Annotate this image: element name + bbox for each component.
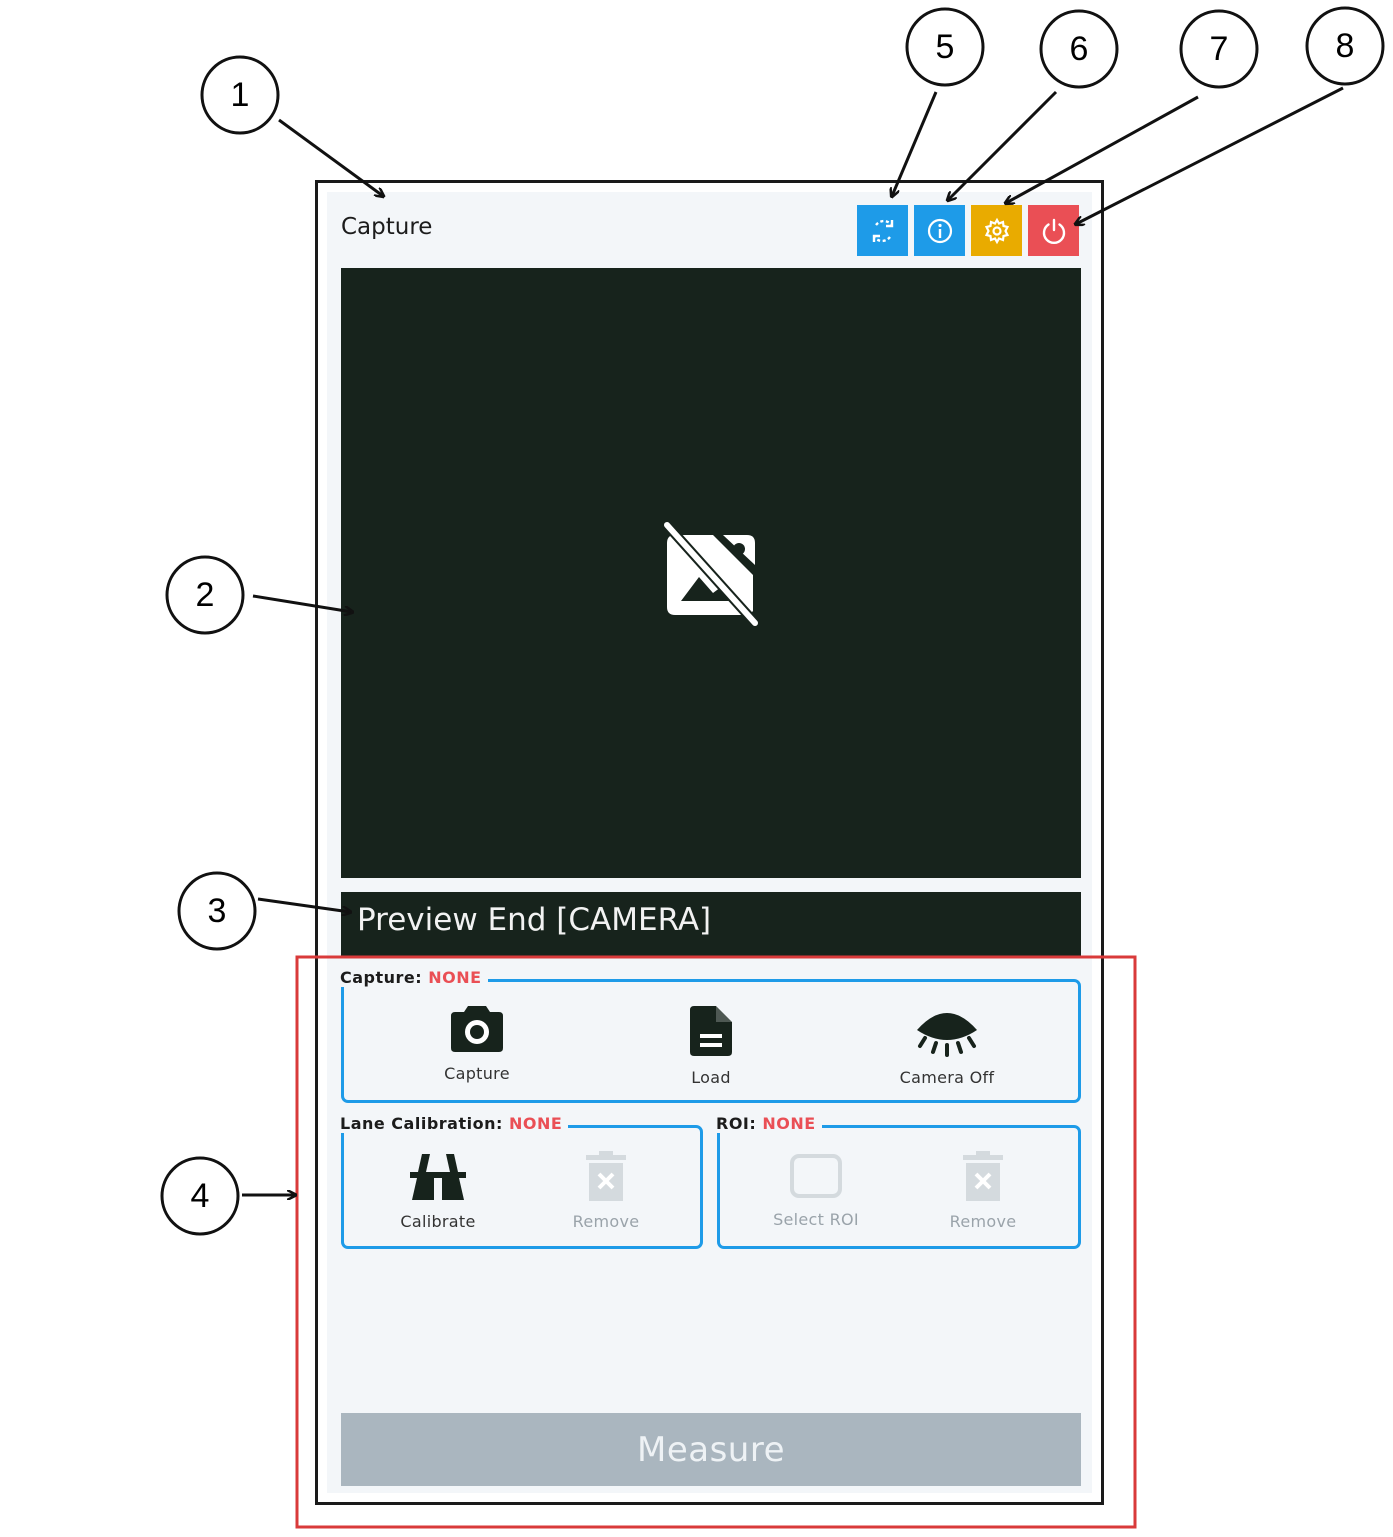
power-button[interactable] (1028, 205, 1079, 256)
remove-lane-button[interactable]: Remove (556, 1150, 656, 1231)
rectangle-icon (790, 1154, 842, 1198)
callout-6-circle (1039, 9, 1119, 89)
info-icon (927, 218, 952, 243)
roi-label: ROI: (716, 1114, 757, 1133)
lane-calibration-label: Lane Calibration: (340, 1114, 503, 1133)
preview-status-text: Preview End [CAMERA] (357, 902, 712, 938)
capture-group-legend: Capture: NONE (340, 968, 488, 987)
road-icon (410, 1154, 466, 1200)
lane-calibration-legend: Lane Calibration: NONE (340, 1114, 569, 1133)
camera-preview[interactable] (341, 268, 1081, 878)
load-button[interactable]: Load (661, 1004, 761, 1087)
camera-icon (451, 1006, 503, 1052)
roi-group: ROI: NONE Select ROI Remove (716, 1114, 1081, 1249)
remove-roi-button-label: Remove (949, 1212, 1017, 1231)
callout-3-circle (177, 871, 257, 951)
power-icon (1042, 218, 1065, 244)
eye-closed-icon (917, 1013, 977, 1057)
no-image-icon (663, 521, 759, 627)
measure-button[interactable]: Measure (341, 1413, 1081, 1486)
callout-5-circle (905, 7, 985, 87)
camera-off-button[interactable]: Camera Off (892, 1004, 1002, 1087)
app-window: Capture Preview End [CAMERA] Capture: NO… (315, 180, 1104, 1505)
callout-4-number: 4 (191, 1177, 210, 1215)
info-button[interactable] (914, 205, 965, 256)
camera-off-button-label: Camera Off (899, 1068, 995, 1087)
trash-icon (963, 1151, 1003, 1201)
remove-roi-button[interactable]: Remove (933, 1150, 1033, 1231)
capture-button-label: Capture (444, 1064, 510, 1083)
callout-4-circle (160, 1156, 240, 1236)
callout-2-number: 2 (196, 576, 215, 614)
refresh-icon (872, 219, 893, 242)
roi-state: NONE (762, 1114, 816, 1133)
settings-button[interactable] (971, 205, 1022, 256)
capture-group-label: Capture: (340, 968, 423, 987)
lane-calibration-state: NONE (508, 1114, 563, 1133)
calibrate-button[interactable]: Calibrate (388, 1152, 488, 1231)
load-button-label: Load (691, 1068, 731, 1087)
preview-status-bar: Preview End [CAMERA] (341, 892, 1081, 956)
select-roi-button[interactable]: Select ROI (766, 1152, 866, 1229)
callout-1-number: 1 (231, 76, 250, 114)
trash-icon (586, 1151, 626, 1201)
callout-7-number: 7 (1210, 30, 1229, 68)
window-title: Capture (341, 214, 433, 240)
callout-2-circle (165, 555, 245, 635)
roi-legend: ROI: NONE (716, 1114, 822, 1133)
refresh-button[interactable] (857, 205, 908, 256)
capture-button[interactable]: Capture (424, 1004, 530, 1083)
callout-6-number: 6 (1070, 30, 1089, 68)
callout-3-number: 3 (208, 892, 227, 930)
annotated-screenshot: Capture Preview End [CAMERA] Capture: NO… (0, 0, 1393, 1537)
lane-calibration-group: Lane Calibration: NONE Calibrate Remove (340, 1114, 703, 1249)
capture-group-state: NONE (428, 968, 482, 987)
callout-8-circle (1305, 6, 1385, 86)
calibrate-button-label: Calibrate (400, 1212, 476, 1231)
select-roi-button-label: Select ROI (773, 1210, 859, 1229)
remove-lane-button-label: Remove (572, 1212, 640, 1231)
file-icon (690, 1006, 732, 1056)
callout-1-circle (200, 55, 280, 135)
callout-5-number: 5 (936, 28, 955, 66)
callout-7-circle (1179, 9, 1259, 89)
app-window-body: Capture Preview End [CAMERA] Capture: NO… (327, 192, 1092, 1493)
gear-icon (984, 217, 1009, 244)
callout-8-number: 8 (1336, 27, 1355, 65)
capture-group: Capture: NONE Capture Load Camera Off (340, 968, 1081, 1103)
